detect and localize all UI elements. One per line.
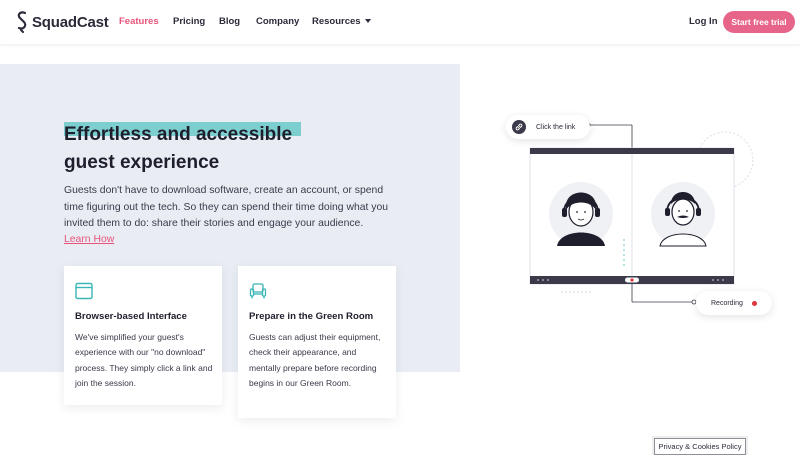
brand-name: SquadCast <box>32 13 109 31</box>
click-link-label: Click the link <box>536 123 576 131</box>
start-free-trial-button[interactable]: Start free trial <box>723 11 795 33</box>
feature-title: Browser-based Interface <box>75 311 187 322</box>
feature-body: Guests can adjust their equipment, check… <box>249 332 381 388</box>
recording-pill: Recording <box>696 291 772 315</box>
hero-heading-line-1: Effortless and accessible <box>64 124 293 145</box>
learn-how-link[interactable]: Learn How <box>64 234 114 245</box>
nav-resources-label: Resources <box>312 16 361 27</box>
guest-illustration: Click the link Recording <box>500 108 790 323</box>
logo[interactable]: SquadCast <box>16 10 109 34</box>
link-icon <box>512 120 526 134</box>
privacy-cookies-button[interactable]: Privacy & Cookies Policy <box>654 438 746 455</box>
recording-label: Recording <box>711 299 743 307</box>
top-nav: SquadCast Features Pricing Blog Company … <box>0 0 800 44</box>
chevron-down-icon <box>364 19 371 23</box>
click-link-pill: Click the link <box>506 115 590 139</box>
armchair-icon <box>249 283 267 299</box>
nav-company[interactable]: Company <box>256 16 299 27</box>
nav-features[interactable]: Features <box>119 16 159 27</box>
feature-title: Prepare in the Green Room <box>249 311 374 322</box>
nav-pricing[interactable]: Pricing <box>173 16 205 27</box>
feature-card-browser: Browser-based Interface We've simplified… <box>64 266 222 405</box>
nav-blog[interactable]: Blog <box>219 16 240 27</box>
hero-heading-line-2: guest experience <box>64 152 220 173</box>
browser-window-icon <box>75 282 93 300</box>
hero-heading: Effortless and accessible guest experien… <box>64 121 292 177</box>
squadcast-logo-icon <box>17 11 27 33</box>
record-dot-icon <box>751 300 757 306</box>
hero-description: Guests don't have to download software, … <box>64 185 389 230</box>
nav-resources[interactable]: Resources <box>312 16 371 27</box>
login-link[interactable]: Log In <box>689 16 718 27</box>
feature-card-green-room: Prepare in the Green Room Guests can adj… <box>238 266 396 418</box>
feature-body: We've simplified your guest's experience… <box>75 332 213 388</box>
